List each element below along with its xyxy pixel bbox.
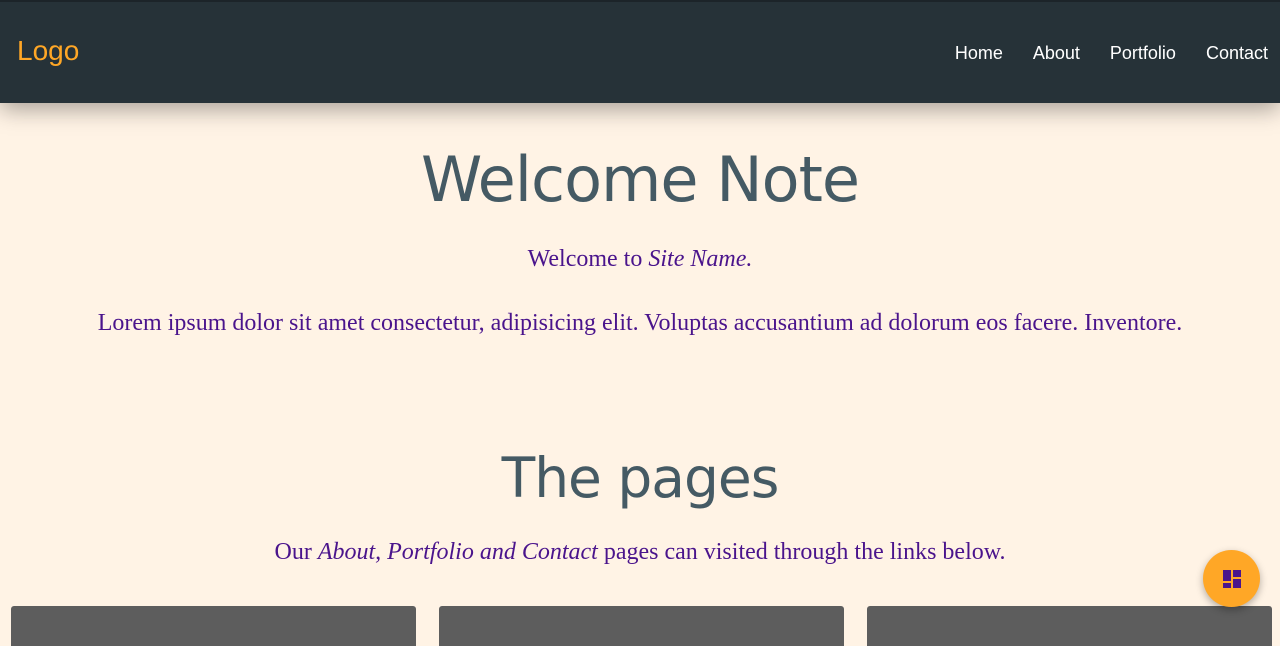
pages-description: Our About, Portfolio and Contact pages c… <box>0 539 1280 566</box>
nav-links: Home About Portfolio Contact <box>955 43 1268 64</box>
nav-link-home[interactable]: Home <box>955 43 1003 64</box>
pages-text-suffix: pages can visited through the links belo… <box>597 539 1006 565</box>
pages-heading: The pages <box>501 446 780 510</box>
pages-text-emphasis: About, Portfolio and Contact <box>317 539 598 565</box>
page-card-contact[interactable] <box>867 606 1272 646</box>
nav-link-contact[interactable]: Contact <box>1206 43 1268 64</box>
welcome-intro-prefix: Welcome to <box>527 246 649 272</box>
welcome-intro: Welcome to Site Name. <box>0 246 1280 273</box>
page-card-portfolio[interactable] <box>439 606 844 646</box>
logo-link[interactable]: Logo <box>17 35 79 67</box>
nav-link-about[interactable]: About <box>1033 43 1080 64</box>
site-name: Site Name. <box>648 246 753 272</box>
dashboard-fab-button[interactable] <box>1203 550 1260 607</box>
pages-text-prefix: Our <box>274 539 318 565</box>
page-card-about[interactable] <box>11 606 416 646</box>
nav-link-portfolio[interactable]: Portfolio <box>1110 43 1176 64</box>
dashboard-icon <box>1221 568 1243 590</box>
navbar: Logo Home About Portfolio Contact <box>0 0 1280 103</box>
welcome-heading: Welcome Note <box>420 143 860 216</box>
welcome-body: Lorem ipsum dolor sit amet consectetur, … <box>97 310 1183 336</box>
